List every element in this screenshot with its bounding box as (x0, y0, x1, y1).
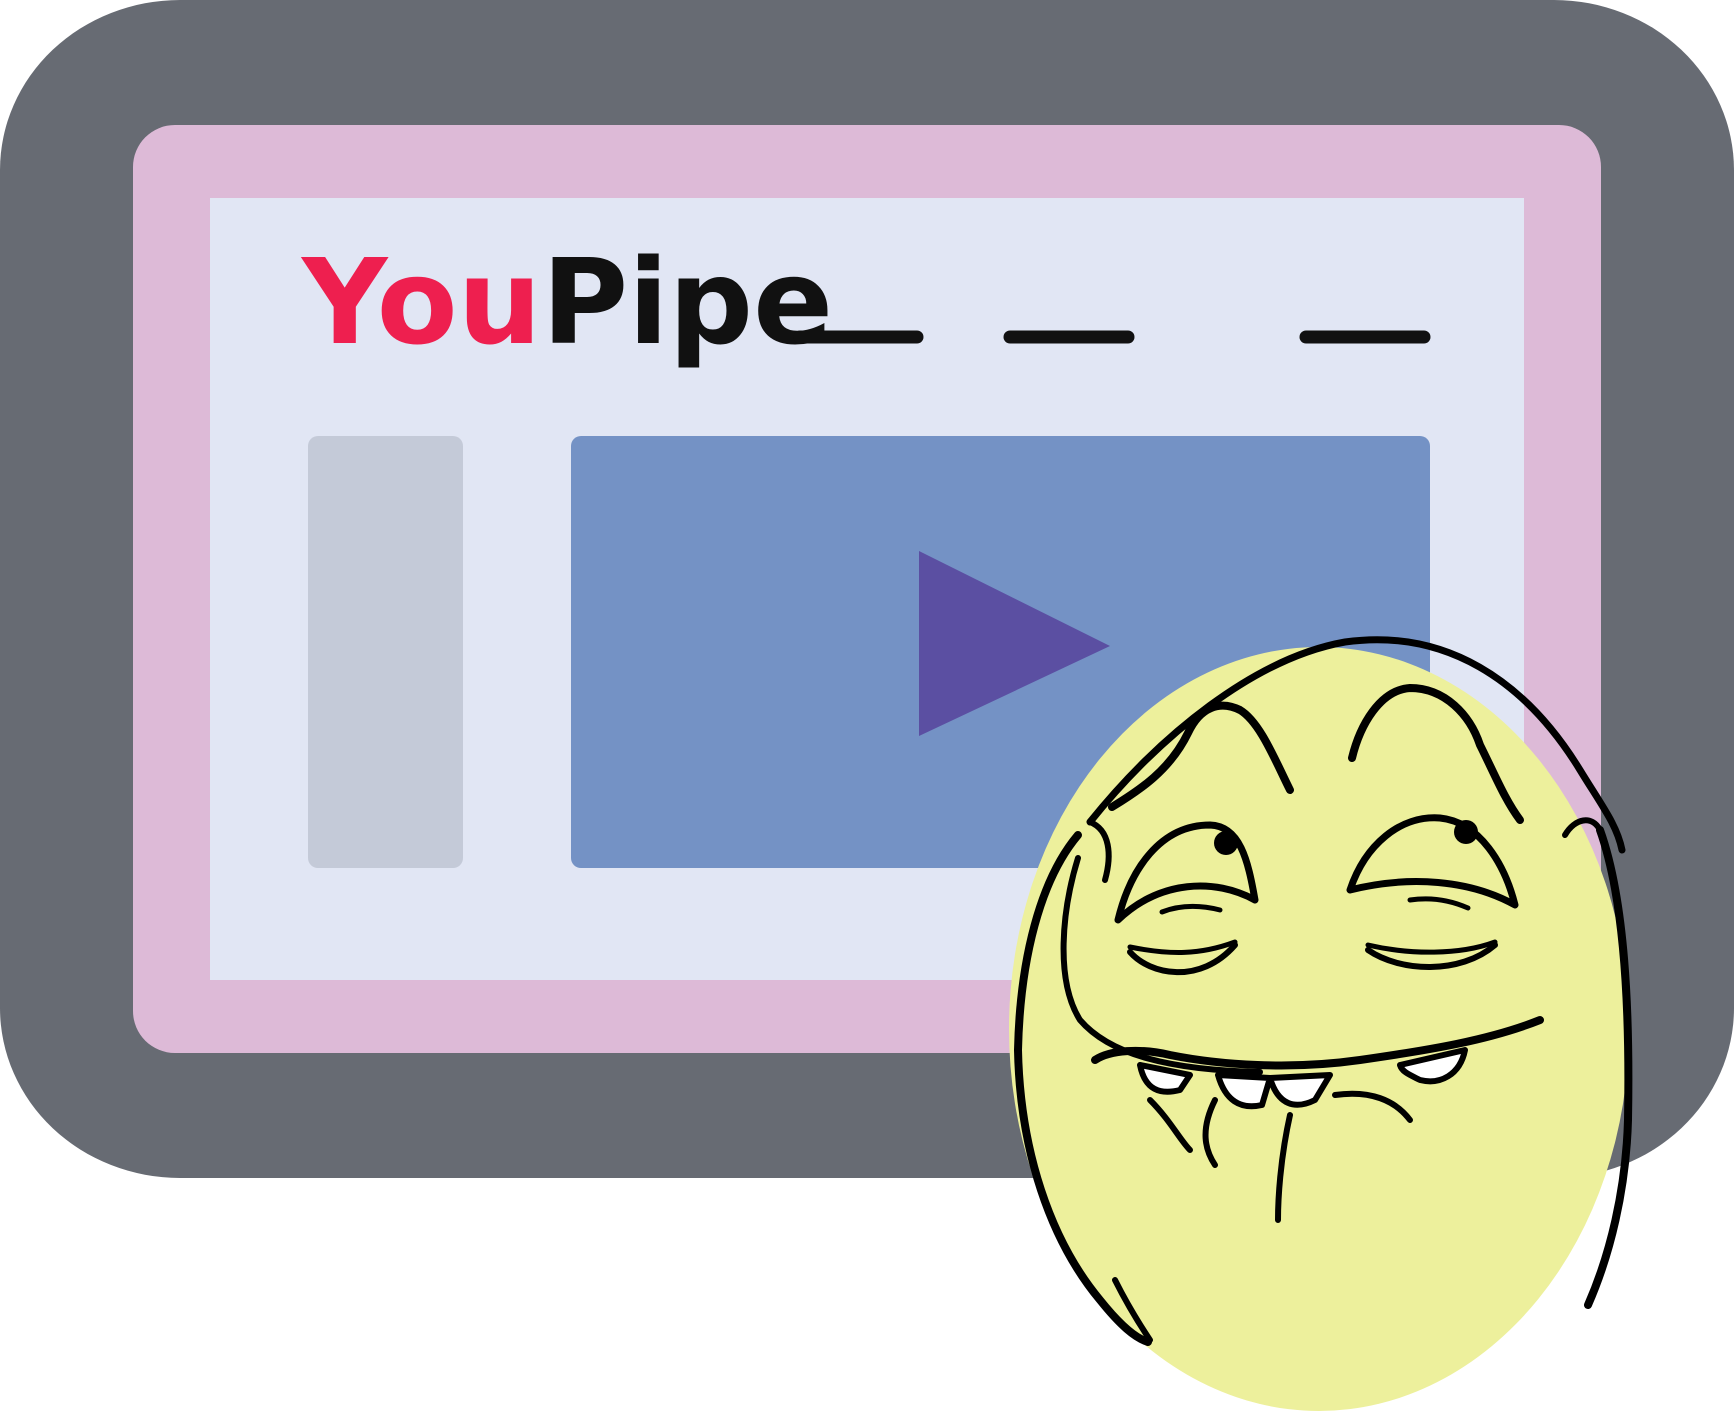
logo: YouPipe (300, 233, 833, 371)
pupil-left (1214, 831, 1238, 855)
pupil-right (1454, 820, 1478, 844)
logo-you: You (300, 233, 542, 371)
logo-pipe: Pipe (542, 233, 833, 371)
sidebar-panel[interactable] (308, 436, 463, 868)
illustration: YouPipe (0, 0, 1734, 1411)
